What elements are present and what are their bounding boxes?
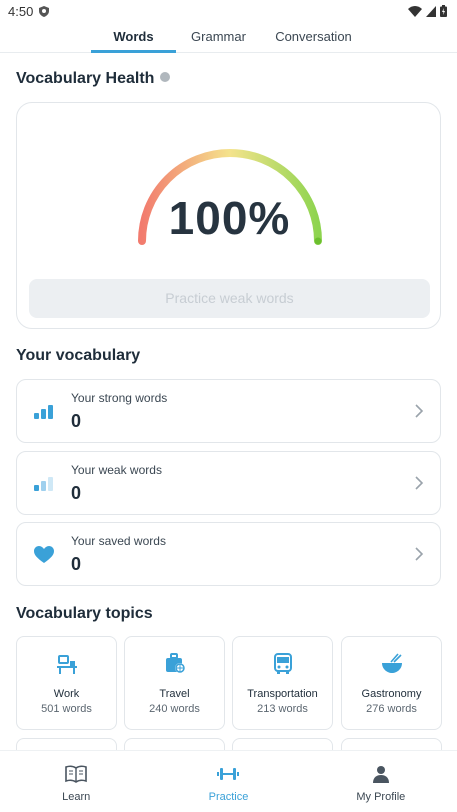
tab-grammar[interactable]: Grammar (176, 22, 261, 52)
vocabulary-topics-title: Vocabulary topics (16, 605, 153, 622)
chevron-right-icon (415, 404, 424, 418)
practice-weak-words-button[interactable]: Practice weak words (29, 279, 430, 318)
chevron-right-icon (415, 547, 424, 561)
topic-count: 501 words (41, 703, 92, 715)
signal-icon (426, 5, 436, 17)
weak-words-card[interactable]: Your weak words 0 (16, 451, 441, 515)
heart-icon (34, 546, 54, 563)
work-desk-icon (57, 655, 77, 674)
vocabulary-health-title: Vocabulary Health (16, 70, 155, 87)
topic-travel[interactable]: Travel 240 words (124, 636, 225, 730)
weak-words-label: Your weak words (71, 463, 162, 477)
tab-words[interactable]: Words (91, 22, 176, 53)
info-icon[interactable] (160, 71, 171, 82)
bus-icon (274, 653, 292, 674)
topic-name: Work (53, 688, 80, 700)
topic-count: 213 words (257, 703, 308, 715)
topic-count: 276 words (366, 703, 417, 715)
nav-my-profile-label: My Profile (356, 791, 406, 803)
topic-gastronomy[interactable]: Gastronomy 276 words (341, 636, 442, 730)
status-time: 4:50 (8, 3, 34, 19)
chevron-right-icon (415, 476, 424, 490)
vocabulary-health-heading: Vocabulary Health (16, 70, 171, 88)
saved-words-label: Your saved words (71, 534, 166, 548)
shield-icon (39, 5, 50, 17)
luggage-icon (166, 653, 185, 673)
strong-words-card[interactable]: Your strong words 0 (16, 379, 441, 443)
nav-practice-label: Practice (208, 791, 249, 803)
status-bar: 4:50 (0, 0, 457, 22)
topic-name: Transportation (247, 688, 318, 700)
topic-work[interactable]: Work 501 words (16, 636, 117, 730)
battery-icon (440, 5, 447, 17)
strong-bars-icon (34, 405, 53, 419)
topic-name: Gastronomy (361, 688, 422, 700)
tab-conversation[interactable]: Conversation (261, 22, 366, 52)
nav-practice[interactable]: Practice (152, 751, 304, 812)
saved-words-card[interactable]: Your saved words 0 (16, 522, 441, 586)
nav-my-profile[interactable]: My Profile (305, 751, 457, 812)
saved-words-count: 0 (71, 554, 82, 574)
nav-learn-label: Learn (62, 791, 91, 803)
vocabulary-health-card: 100% Practice weak words (16, 102, 441, 329)
bowl-chopsticks-icon (382, 653, 402, 673)
strong-words-label: Your strong words (71, 391, 168, 405)
weak-bars-icon (34, 477, 53, 491)
topic-name: Travel (159, 688, 190, 700)
nav-learn[interactable]: Learn (0, 751, 152, 812)
dumbbell-icon (217, 768, 240, 780)
top-tabs: Words Grammar Conversation (0, 22, 457, 53)
wifi-icon (408, 5, 422, 17)
weak-words-count: 0 (71, 483, 82, 503)
person-icon (372, 766, 389, 783)
your-vocabulary-title: Your vocabulary (16, 347, 141, 364)
strong-words-count: 0 (71, 411, 82, 431)
topic-count: 240 words (149, 703, 200, 715)
topic-transportation[interactable]: Transportation 213 words (232, 636, 333, 730)
health-percentage: 100% (168, 192, 291, 244)
bottom-navigation: Learn Practice My Profile (0, 750, 457, 812)
book-icon (65, 765, 87, 783)
